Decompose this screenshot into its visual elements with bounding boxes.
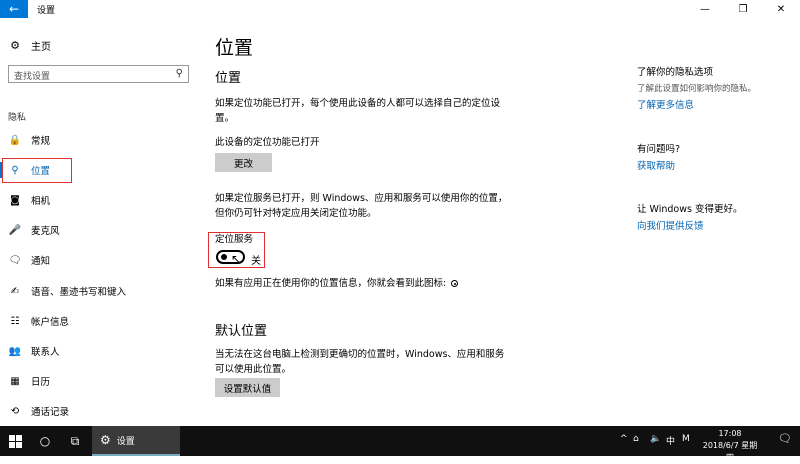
- set-default-button[interactable]: 设置默认值: [215, 378, 280, 397]
- sidebar-item-microphone[interactable]: 🎤 麦克风: [0, 219, 200, 241]
- pen-icon: ✍: [10, 285, 20, 297]
- window-title: 设置: [37, 6, 56, 16]
- sidebar-item-label: 麦克风: [31, 226, 60, 237]
- location-in-use-icon: [451, 280, 459, 287]
- maximize-icon: ❐: [738, 3, 748, 15]
- network-icon[interactable]: ⌂: [633, 434, 639, 444]
- sidebar-item-label: 联系人: [31, 347, 60, 358]
- close-icon: ✕: [776, 3, 786, 15]
- clock[interactable]: 17:08 2018/6/7 星期四: [700, 428, 760, 464]
- device-location-status: 此设备的定位功能已打开: [215, 137, 320, 148]
- gear-icon: ⚙: [10, 39, 20, 52]
- back-button[interactable]: ←: [0, 0, 28, 18]
- tray-chevron-icon[interactable]: ^: [620, 434, 628, 444]
- windows-logo-icon: [8, 434, 22, 448]
- camera-icon: ◙: [10, 194, 20, 206]
- sidebar-item-general[interactable]: 🔒 常规: [0, 129, 200, 151]
- action-center-icon[interactable]: 🗨: [778, 432, 792, 445]
- taskbar-app-settings[interactable]: ⚙ 设置: [92, 426, 180, 456]
- highlight-box-sidebar: [2, 158, 72, 183]
- cortana-circle-icon: ○: [39, 434, 51, 448]
- clock-date: 2018/6/7 星期四: [702, 441, 758, 462]
- get-help-link[interactable]: 获取帮助: [637, 158, 675, 172]
- search-input[interactable]: 查找设置 ⚲: [8, 65, 189, 83]
- volume-icon[interactable]: 🔈: [650, 434, 661, 444]
- default-location-description: 当无法在这台电脑上检测到更确切的位置时，Windows、应用和服务可以使用此位置…: [215, 349, 505, 375]
- sidebar-item-label: 日历: [31, 377, 51, 388]
- gear-icon: ⚙: [100, 433, 111, 447]
- taskbar: ○ ⧉ ⚙ 设置 ^ ⌂ 🔈 中 M 17:08 2018/6/7 星期四 🗨: [0, 426, 800, 462]
- task-view-button[interactable]: ⧉: [60, 426, 90, 456]
- sidebar-item-account-info[interactable]: ☷ 帐户信息: [0, 310, 200, 332]
- sidebar-item-contacts[interactable]: 👥 联系人: [0, 340, 200, 362]
- sidebar-item-camera[interactable]: ◙ 相机: [0, 189, 200, 211]
- close-button[interactable]: ✕: [762, 0, 800, 18]
- start-button[interactable]: [0, 426, 30, 456]
- location-service-description: 如果定位服务已打开，则 Windows、应用和服务可以使用你的位置，但你仍可针对…: [215, 193, 508, 219]
- learn-more-link[interactable]: 了解更多信息: [637, 97, 694, 111]
- location-description: 如果定位功能已打开，每个使用此设备的人都可以选择自己的定位设置。: [215, 98, 501, 124]
- sidebar-item-notifications[interactable]: 🗨 通知: [0, 249, 200, 271]
- contacts-icon: 👥: [8, 345, 22, 357]
- feedback-link[interactable]: 向我们提供反馈: [637, 218, 704, 232]
- minimize-button[interactable]: —: [686, 0, 724, 18]
- search-icon[interactable]: ⚲: [176, 68, 183, 79]
- account-info-icon: ☷: [10, 315, 20, 327]
- sidebar-item-label: 相机: [31, 196, 51, 207]
- task-view-icon: ⧉: [70, 433, 80, 448]
- nav-home[interactable]: ⚙ 主页: [8, 38, 51, 53]
- toggle-state-label: 关: [251, 256, 261, 267]
- lock-icon: 🔒: [8, 134, 22, 146]
- back-arrow-icon: ←: [8, 2, 20, 16]
- location-service-label: 定位服务: [215, 234, 254, 245]
- page-title: 位置: [215, 37, 254, 59]
- sidebar: ⚙ 主页 查找设置 ⚲ 隐私 🔒 常规 ⚲ 位置 ◙ 相机 🎤 麦克风 🗨 通知…: [0, 18, 200, 426]
- ime-indicator[interactable]: 中: [666, 434, 675, 447]
- sidebar-item-label: 常规: [31, 136, 51, 147]
- search-placeholder: 查找设置: [14, 72, 51, 82]
- sidebar-item-label: 语音、墨迹书写和键入: [31, 287, 127, 298]
- sidebar-item-call-history[interactable]: ⟲ 通话记录: [0, 400, 200, 422]
- questions-heading: 有问题吗?: [637, 144, 681, 155]
- sidebar-item-label: 帐户信息: [31, 317, 70, 328]
- maximize-button[interactable]: ❐: [724, 0, 762, 18]
- location-icon-note-text: 如果有应用正在使用你的位置信息，你就会看到此图标:: [215, 278, 447, 289]
- improve-windows-heading: 让 Windows 变得更好。: [637, 204, 743, 215]
- title-bar: ← 设置 — ❐ ✕: [0, 0, 800, 18]
- sidebar-item-speech-inking[interactable]: ✍ 语音、墨迹书写和键入: [0, 280, 200, 302]
- section-heading-default-location: 默认位置: [215, 324, 268, 339]
- history-icon: ⟲: [10, 405, 20, 417]
- sidebar-item-calendar[interactable]: ▦ 日历: [0, 370, 200, 392]
- privacy-options-heading: 了解你的隐私选项: [637, 67, 714, 78]
- section-heading-location: 位置: [215, 71, 242, 86]
- location-icon-note: 如果有应用正在使用你的位置信息，你就会看到此图标:: [215, 276, 535, 291]
- privacy-options-text: 了解此设置如何影响你的隐私。: [637, 84, 757, 94]
- ime-mode-indicator[interactable]: M: [682, 434, 690, 444]
- clock-time: 17:08: [718, 429, 742, 438]
- mouse-cursor-icon: ↖: [231, 252, 242, 266]
- sidebar-item-label: 通知: [31, 256, 51, 267]
- sidebar-item-label: 通话记录: [31, 407, 70, 418]
- section-label-privacy: 隐私: [8, 113, 27, 123]
- taskbar-app-label: 设置: [116, 436, 135, 447]
- search-button[interactable]: ○: [30, 426, 60, 456]
- nav-home-label: 主页: [31, 42, 51, 53]
- change-button[interactable]: 更改: [215, 153, 272, 172]
- calendar-icon: ▦: [10, 375, 20, 387]
- toggle-knob: [221, 254, 227, 260]
- minimize-icon: —: [700, 3, 710, 15]
- notification-icon: 🗨: [8, 254, 22, 266]
- microphone-icon: 🎤: [8, 224, 22, 236]
